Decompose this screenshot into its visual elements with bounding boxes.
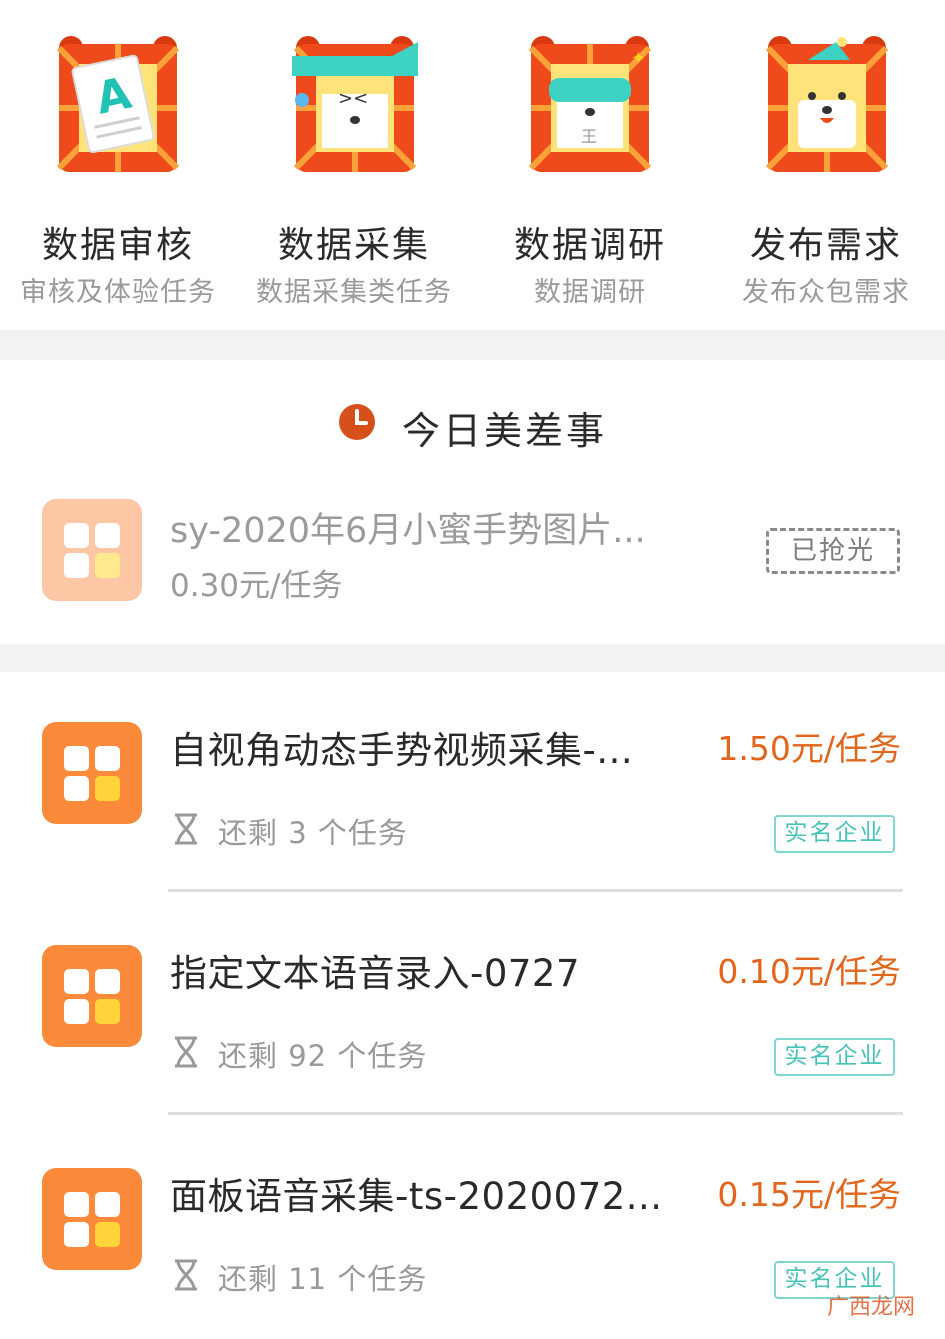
section-divider (0, 644, 945, 672)
svg-text:><: >< (338, 88, 368, 109)
category-subtitle: 数据调研 (534, 277, 646, 308)
sold-out-badge[interactable]: 已抢光 (766, 528, 900, 574)
featured-task-title: sy-2020年6月小蜜手势图片... (170, 511, 646, 551)
task-price: 1.50元/任务 (717, 729, 901, 768)
clock-icon (339, 404, 375, 440)
task-price: 0.10元/任务 (717, 952, 901, 991)
today-header: 今日美差事 (0, 400, 945, 453)
category-subtitle: 发布众包需求 (742, 277, 910, 308)
featured-task-price: 0.30元/任务 (170, 568, 343, 604)
task-price: 0.15元/任务 (717, 1175, 901, 1214)
category-title: 发布需求 (749, 225, 902, 266)
svg-text:✦: ✦ (631, 48, 646, 69)
category-title: 数据调研 (513, 225, 666, 266)
survey-tiger-icon: 王 ✦ (528, 36, 652, 172)
grid-app-icon (42, 1168, 142, 1270)
hourglass-icon (175, 813, 197, 845)
task-row[interactable]: 指定文本语音录入-0727 0.10元/任务 还剩 92 个任务 实名企业 (0, 895, 945, 1118)
grid-app-icon (42, 499, 142, 601)
row-divider (168, 1112, 903, 1115)
publish-tiger-icon (765, 36, 889, 172)
svg-text:王: 王 (581, 127, 597, 146)
task-remaining: 还剩 11 个任务 (218, 1262, 428, 1296)
task-title: 面板语音采集-ts-2020072... (170, 1175, 663, 1218)
review-tiger-icon: A (56, 36, 180, 172)
task-title: 指定文本语音录入-0727 (170, 952, 581, 995)
row-divider (168, 889, 903, 892)
grid-app-icon (42, 945, 142, 1047)
task-list: 自视角动态手势视频采集-... 1.50元/任务 还剩 3 个任务 实名企业 指… (0, 672, 945, 1339)
verified-company-badge: 实名企业 (774, 1038, 895, 1076)
category-title: 数据审核 (41, 225, 194, 266)
category-title: 数据采集 (277, 225, 430, 266)
site-watermark: 广西龙网 (826, 1295, 915, 1320)
verified-company-badge: 实名企业 (774, 815, 895, 853)
hourglass-icon (175, 1259, 197, 1291)
task-title: 自视角动态手势视频采集-... (170, 729, 634, 772)
task-remaining: 还剩 3 个任务 (218, 816, 408, 850)
task-row[interactable]: 自视角动态手势视频采集-... 1.50元/任务 还剩 3 个任务 实名企业 (0, 672, 945, 895)
section-divider (0, 330, 945, 360)
hourglass-icon (175, 1036, 197, 1068)
task-row[interactable]: 面板语音采集-ts-2020072... 0.15元/任务 还剩 11 个任务 … (0, 1118, 945, 1339)
collect-tiger-icon: >< (292, 36, 418, 172)
today-section: 今日美差事 sy-2020年6月小蜜手势图片... 0.30元/任务 已抢光 (0, 360, 945, 644)
grid-app-icon (42, 722, 142, 824)
today-title: 今日美差事 (402, 409, 608, 453)
category-grid: A 数据审核 审核及体验任务 >< 数据采集 数据采集类任务 王 ✦ 数据调研 … (0, 0, 945, 330)
category-subtitle: 审核及体验任务 (20, 277, 216, 308)
task-remaining: 还剩 92 个任务 (218, 1039, 428, 1073)
category-subtitle: 数据采集类任务 (256, 277, 452, 308)
